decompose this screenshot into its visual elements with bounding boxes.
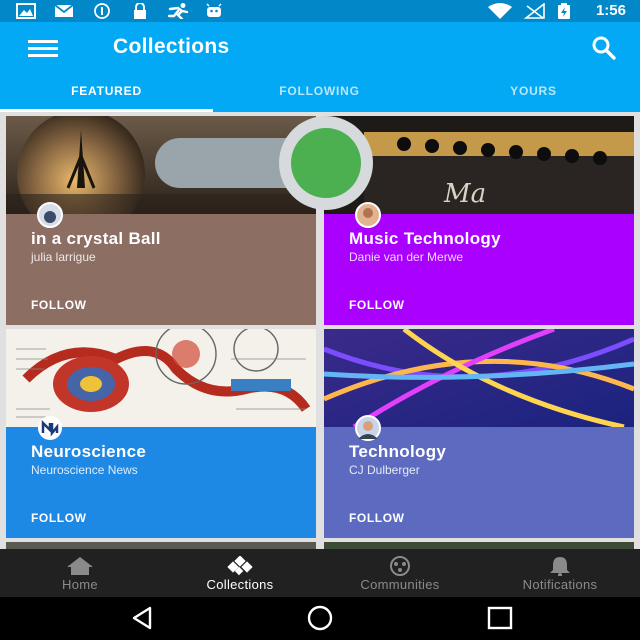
nav-home[interactable]: Home	[0, 549, 160, 597]
follow-button[interactable]: FOLLOW	[31, 298, 87, 312]
tab-featured[interactable]: FEATURED	[0, 74, 213, 112]
page-title: Collections	[113, 35, 230, 58]
avatar	[355, 415, 381, 441]
back-icon[interactable]	[128, 605, 158, 631]
follow-button[interactable]: FOLLOW	[349, 298, 405, 312]
collection-card-peek	[324, 542, 634, 549]
nav-label: Home	[62, 577, 98, 592]
nav-label: Notifications	[522, 577, 598, 592]
status-time: 1:56	[595, 2, 626, 19]
runner-icon	[167, 3, 189, 19]
nav-communities[interactable]: Communities	[320, 549, 480, 597]
system-navigation-bar	[0, 597, 640, 640]
collection-info: Music Technology Danie van der Merwe FOL…	[324, 202, 634, 325]
neuroscience-photo	[6, 329, 316, 427]
nav-label: Collections	[206, 577, 274, 592]
no-signal-icon	[524, 3, 545, 19]
toggle-switch[interactable]	[155, 116, 391, 210]
collection-tabs: FEATURED FOLLOWING YOURS	[0, 74, 640, 112]
collection-info: in a crystal Ball julia larrigue FOLLOW	[6, 202, 316, 325]
follow-button[interactable]: FOLLOW	[349, 511, 405, 525]
collection-card-neuroscience[interactable]: Neuroscience Neuroscience News FOLLOW	[6, 329, 316, 538]
collection-card-technology[interactable]: Technology CJ Dulberger FOLLOW	[324, 329, 634, 538]
avatar	[38, 416, 62, 440]
home-circle-icon[interactable]	[305, 605, 335, 631]
collections-icon	[227, 556, 253, 576]
collection-card-peek	[6, 542, 316, 549]
collection-title: Neuroscience	[31, 442, 147, 461]
app-screen: 1:56 Collections FEATURED FOLLOWING YOUR…	[0, 0, 640, 640]
collection-title: Music Technology	[349, 229, 501, 248]
hamburger-menu-icon[interactable]	[28, 38, 60, 58]
registered-icon	[94, 3, 110, 19]
collection-title: Technology	[349, 442, 447, 461]
follow-button[interactable]: FOLLOW	[31, 511, 87, 525]
bell-icon	[550, 557, 570, 576]
collection-owner: CJ Dulberger	[349, 463, 420, 477]
communities-icon	[390, 556, 410, 576]
collection-owner: Danie van der Merwe	[349, 250, 464, 264]
svg-text:Ma: Ma	[443, 179, 486, 209]
status-bar: 1:56	[0, 0, 640, 22]
nav-label: Communities	[360, 577, 440, 592]
nav-collections[interactable]: Collections	[160, 549, 320, 597]
tab-yours[interactable]: YOURS	[427, 74, 640, 112]
collection-title: in a crystal Ball	[31, 229, 161, 248]
mail-icon	[54, 4, 74, 17]
collection-info: Technology CJ Dulberger FOLLOW	[324, 415, 634, 538]
nav-notifications[interactable]: Notifications	[480, 549, 640, 597]
collection-owner: Neuroscience News	[31, 463, 138, 477]
wifi-icon	[488, 3, 512, 19]
technology-photo	[324, 329, 634, 427]
android-icon	[206, 3, 222, 17]
recents-icon[interactable]	[485, 605, 515, 631]
avatar	[37, 202, 63, 228]
collection-info: Neuroscience Neuroscience News FOLLOW	[6, 416, 316, 538]
lock-icon	[134, 3, 146, 19]
bottom-navigation: Home Collections Communities Notificatio…	[0, 549, 640, 597]
battery-charging-icon	[558, 3, 570, 19]
home-icon	[67, 557, 93, 575]
search-icon[interactable]	[590, 34, 618, 62]
image-icon	[16, 3, 36, 19]
app-bar: Collections FEATURED FOLLOWING YOURS	[0, 22, 640, 112]
collection-owner: julia larrigue	[31, 250, 96, 264]
tab-following[interactable]: FOLLOWING	[213, 74, 426, 112]
